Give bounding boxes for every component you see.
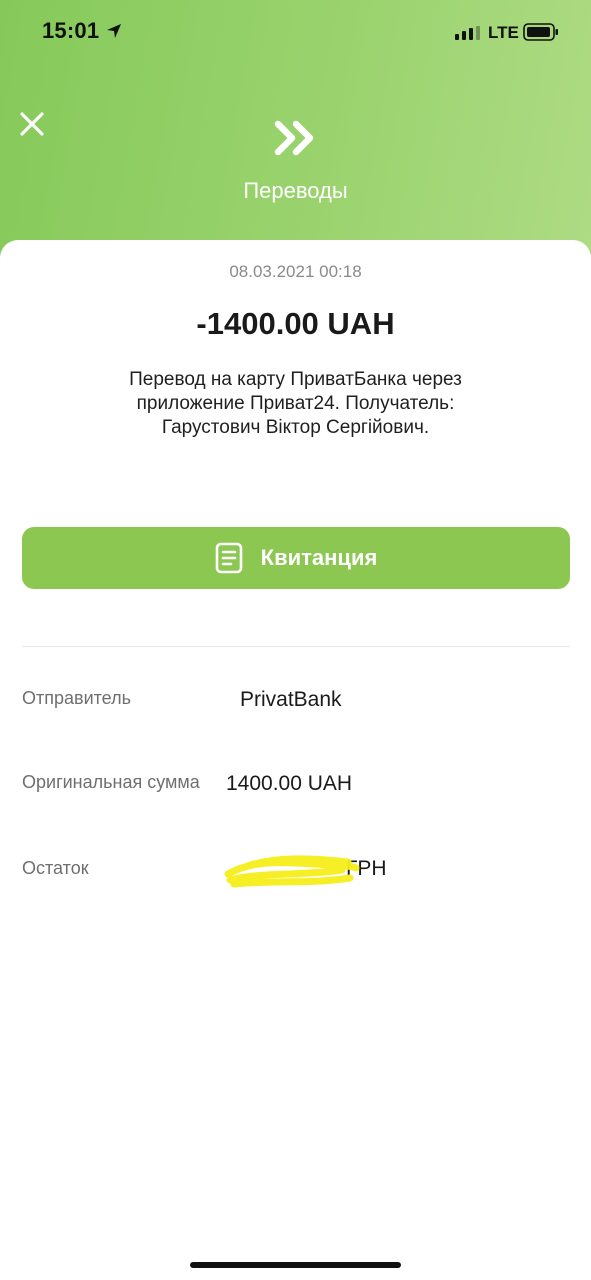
sender-label: Отправитель: [22, 688, 131, 708]
network-type-label: LTE: [488, 23, 519, 42]
balance-label: Остаток: [22, 858, 89, 878]
double-chevron-right-icon: [274, 120, 314, 156]
description-line: Гарустович Віктор Сергійович.: [161, 417, 430, 438]
close-icon: [20, 112, 44, 136]
status-time: 15:01: [42, 18, 100, 43]
receipt-button-label: Квитанция: [260, 545, 378, 570]
battery-icon: [523, 23, 558, 41]
original-amount-value: 1400.00 UAH: [226, 772, 353, 795]
transaction-card: 08.03.2021 00:18 -1400.00 UAH Перевод на…: [0, 240, 591, 1280]
close-button[interactable]: [14, 106, 50, 142]
redaction-scribble: [224, 855, 360, 888]
divider: [22, 646, 570, 647]
receipt-button[interactable]: Квитанция: [22, 527, 570, 589]
signal-bars-icon: [455, 26, 480, 40]
transaction-amount: -1400.00 UAH: [196, 306, 395, 341]
page-title: Переводы: [243, 178, 348, 203]
sender-value: PrivatBank: [240, 688, 342, 711]
location-arrow-icon: [107, 24, 121, 38]
transaction-date: 08.03.2021 00:18: [229, 262, 362, 281]
document-icon: [215, 542, 242, 574]
home-indicator: [190, 1262, 401, 1268]
description-line: приложение Приват24. Получатель:: [136, 393, 455, 414]
description-line: Перевод на карту ПриватБанка через: [129, 369, 462, 390]
status-bar: 15:01 LTE: [0, 0, 591, 64]
original-amount-label: Оригинальная сумма: [22, 772, 200, 792]
transaction-description: Перевод на карту ПриватБанка через прило…: [80, 368, 511, 440]
